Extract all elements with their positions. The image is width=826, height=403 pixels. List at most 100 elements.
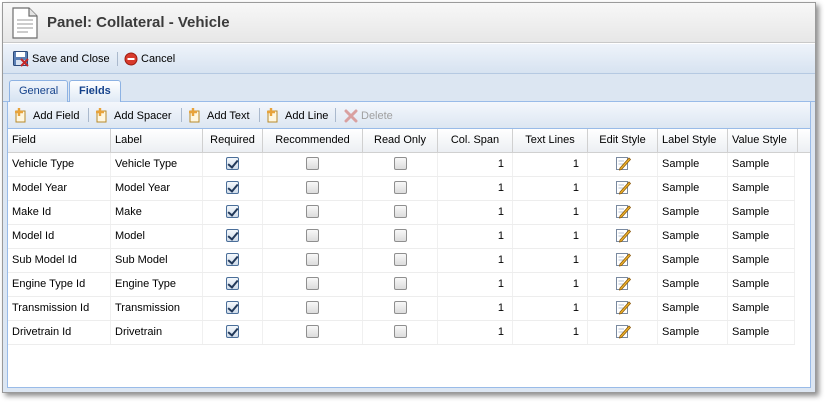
column-header-label[interactable]: Label — [111, 129, 203, 153]
add-spacer-label: Add Spacer — [114, 110, 172, 122]
recommended-cell — [263, 225, 363, 248]
edit-style-icon[interactable] — [615, 203, 631, 219]
label-cell: Model Year — [111, 177, 203, 200]
edit-style-cell — [588, 225, 658, 248]
read-only-checkbox[interactable] — [393, 228, 407, 242]
add-plus-icon — [267, 108, 278, 123]
edit-style-icon[interactable] — [615, 179, 631, 195]
required-checkbox[interactable] — [226, 300, 239, 314]
table-row[interactable]: Sub Model Id Sub Model 1 1 Sample Sample — [8, 249, 795, 273]
value-style-cell: Sample — [728, 249, 795, 272]
column-header-read-only[interactable]: Read Only — [363, 129, 438, 153]
recommended-cell — [263, 273, 363, 296]
value-style-cell: Sample — [728, 225, 795, 248]
column-header-required[interactable]: Required — [203, 129, 263, 153]
required-cell — [203, 225, 263, 248]
table-row[interactable]: Engine Type Id Engine Type 1 1 Sample Sa… — [8, 273, 795, 297]
column-header-recommended[interactable]: Recommended — [263, 129, 363, 153]
edit-style-cell — [588, 297, 658, 320]
fields-panel: Add Field Add Spacer Add Text Add Line D… — [7, 102, 811, 388]
tab-general[interactable]: General — [9, 80, 69, 102]
required-checkbox[interactable] — [226, 252, 239, 266]
column-header-edit-style[interactable]: Edit Style — [588, 129, 658, 153]
save-and-close-label: Save and Close — [32, 53, 110, 65]
column-header-text-lines[interactable]: Text Lines — [513, 129, 588, 153]
table-row[interactable]: Drivetrain Id Drivetrain 1 1 Sample Samp… — [8, 321, 795, 345]
add-field-label: Add Field — [33, 110, 80, 122]
recommended-checkbox[interactable] — [306, 156, 319, 170]
column-header-col-span[interactable]: Col. Span — [438, 129, 513, 153]
table-row[interactable]: Model Year Model Year 1 1 Sample Sample — [8, 177, 795, 201]
table-row[interactable]: Transmission Id Transmission 1 1 Sample … — [8, 297, 795, 321]
read-only-checkbox[interactable] — [393, 180, 407, 194]
required-checkbox[interactable] — [226, 156, 239, 170]
cancel-label: Cancel — [141, 53, 176, 65]
table-row[interactable]: Make Id Make 1 1 Sample Sample — [8, 201, 795, 225]
field-cell: Sub Model Id — [8, 249, 111, 272]
read-only-checkbox[interactable] — [393, 252, 407, 266]
read-only-cell — [363, 297, 438, 320]
label-cell: Drivetrain — [111, 321, 203, 344]
recommended-checkbox[interactable] — [306, 204, 319, 218]
required-checkbox[interactable] — [226, 180, 239, 194]
recommended-checkbox[interactable] — [306, 180, 319, 194]
read-only-checkbox[interactable] — [393, 156, 407, 170]
recommended-checkbox[interactable] — [306, 252, 319, 266]
field-cell: Make Id — [8, 201, 111, 224]
required-cell — [203, 177, 263, 200]
add-text-label: Add Text — [207, 110, 250, 122]
column-header-value-style[interactable]: Value Style — [728, 129, 798, 153]
edit-style-icon[interactable] — [615, 275, 631, 291]
edit-style-icon[interactable] — [615, 155, 631, 171]
edit-style-icon[interactable] — [615, 299, 631, 315]
edit-style-icon[interactable] — [615, 227, 631, 243]
edit-style-cell — [588, 153, 658, 176]
cancel-button[interactable]: Cancel — [124, 50, 175, 68]
text-lines-cell: 1 — [513, 249, 588, 272]
tab-fields[interactable]: Fields — [69, 80, 121, 102]
edit-style-icon[interactable] — [615, 323, 631, 339]
read-only-checkbox[interactable] — [393, 204, 407, 218]
recommended-checkbox[interactable] — [306, 324, 319, 338]
col-span-cell: 1 — [438, 249, 513, 272]
add-line-button[interactable]: Add Line — [266, 107, 328, 125]
label-style-cell: Sample — [658, 201, 728, 224]
col-span-cell: 1 — [438, 225, 513, 248]
read-only-checkbox[interactable] — [393, 276, 407, 290]
text-lines-cell: 1 — [513, 273, 588, 296]
delete-button[interactable]: Delete — [344, 107, 393, 125]
recommended-checkbox[interactable] — [306, 228, 319, 242]
read-only-cell — [363, 201, 438, 224]
text-lines-cell: 1 — [513, 201, 588, 224]
required-cell — [203, 201, 263, 224]
required-checkbox[interactable] — [226, 204, 239, 218]
cancel-icon — [124, 52, 138, 66]
label-style-cell: Sample — [658, 153, 728, 176]
column-header-label-style[interactable]: Label Style — [658, 129, 728, 153]
label-cell: Vehicle Type — [111, 153, 203, 176]
read-only-checkbox[interactable] — [393, 324, 407, 338]
column-header-field[interactable]: Field — [8, 129, 111, 153]
table-row[interactable]: Vehicle Type Vehicle Type 1 1 Sample Sam… — [8, 153, 795, 177]
required-checkbox[interactable] — [226, 228, 239, 242]
recommended-checkbox[interactable] — [306, 300, 319, 314]
toolbar-separator — [335, 108, 336, 122]
col-span-cell: 1 — [438, 297, 513, 320]
add-spacer-button[interactable]: Add Spacer — [95, 107, 171, 125]
add-field-button[interactable]: Add Field — [14, 107, 79, 125]
read-only-checkbox[interactable] — [393, 300, 407, 314]
text-lines-cell: 1 — [513, 153, 588, 176]
edit-style-cell — [588, 201, 658, 224]
required-checkbox[interactable] — [226, 276, 239, 290]
edit-style-icon[interactable] — [615, 251, 631, 267]
required-cell — [203, 153, 263, 176]
table-row[interactable]: Model Id Model 1 1 Sample Sample — [8, 225, 795, 249]
save-and-close-button[interactable]: Save and Close — [13, 50, 110, 68]
required-cell — [203, 273, 263, 296]
text-lines-cell: 1 — [513, 177, 588, 200]
recommended-cell — [263, 249, 363, 272]
label-style-cell: Sample — [658, 321, 728, 344]
required-checkbox[interactable] — [226, 324, 239, 338]
recommended-checkbox[interactable] — [306, 276, 319, 290]
add-text-button[interactable]: Add Text — [188, 107, 250, 125]
